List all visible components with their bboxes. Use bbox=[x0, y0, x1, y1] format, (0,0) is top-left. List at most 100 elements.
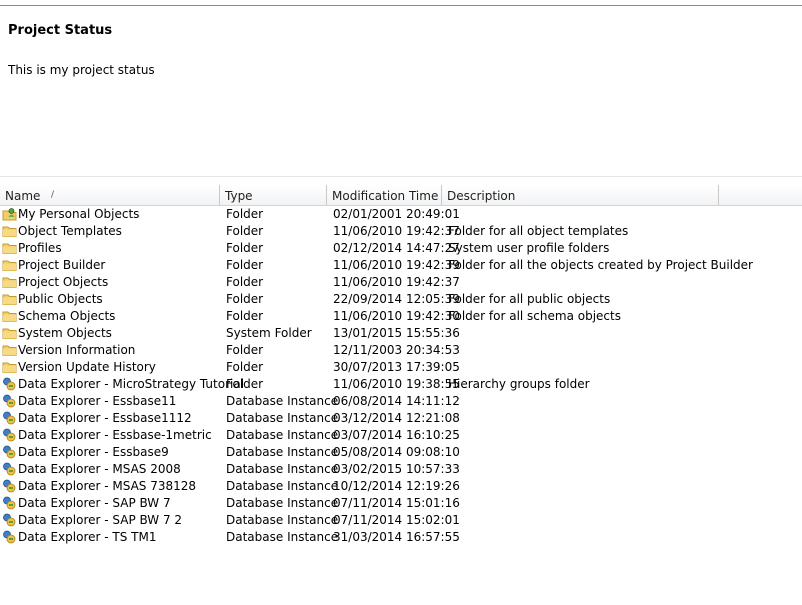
item-modification-time: 03/07/2014 16:10:25 bbox=[333, 428, 460, 442]
item-type: Folder bbox=[226, 360, 264, 374]
column-header-name[interactable]: Name / bbox=[0, 185, 220, 205]
item-type: Database Instance bbox=[226, 394, 339, 408]
list-item[interactable]: Schema Objects Folder 11/06/2010 19:42:30 F… bbox=[0, 308, 802, 325]
item-type: Folder bbox=[226, 275, 264, 289]
item-name: My Personal Objects bbox=[18, 207, 140, 221]
column-header-modification-time[interactable]: Modification Time bbox=[327, 185, 442, 205]
item-type: Database Instance bbox=[226, 530, 339, 544]
item-name: Data Explorer - MicroStrategy Tutorial bbox=[18, 377, 245, 391]
item-description: Folder for all object templates bbox=[448, 224, 629, 238]
item-description: Folder for all schema objects bbox=[448, 309, 621, 323]
item-type: Database Instance bbox=[226, 462, 339, 476]
database-instance-icon bbox=[2, 377, 17, 391]
item-name: Data Explorer - TS TM1 bbox=[18, 530, 157, 544]
database-instance-icon bbox=[2, 530, 17, 544]
item-type: Database Instance bbox=[226, 428, 339, 442]
item-type: Folder bbox=[226, 224, 264, 238]
personal-folder-icon bbox=[2, 207, 17, 221]
folder-icon bbox=[2, 241, 17, 255]
item-type: Database Instance bbox=[226, 496, 339, 510]
database-instance-icon bbox=[2, 428, 17, 442]
list-item[interactable]: Data Explorer - Essbase1112 Database Inst… bbox=[0, 410, 802, 427]
item-modification-time: 11/06/2010 19:38:55 bbox=[333, 377, 460, 391]
database-instance-icon bbox=[2, 462, 17, 476]
item-type: Folder bbox=[226, 377, 264, 391]
item-type: Database Instance bbox=[226, 445, 339, 459]
item-description: Folder for all the objects created by Pr… bbox=[448, 258, 753, 272]
item-name: Data Explorer - MSAS 738128 bbox=[18, 479, 197, 493]
item-type: Folder bbox=[226, 258, 264, 272]
folder-icon bbox=[2, 224, 17, 238]
item-type: Folder bbox=[226, 207, 264, 221]
item-modification-time: 10/12/2014 12:19:26 bbox=[333, 479, 460, 493]
item-modification-time: 11/06/2010 19:42:39 bbox=[333, 258, 460, 272]
item-name: Profiles bbox=[18, 241, 62, 255]
folder-icon bbox=[2, 258, 17, 272]
database-instance-icon bbox=[2, 479, 17, 493]
item-modification-time: 07/11/2014 15:01:16 bbox=[333, 496, 460, 510]
list-item[interactable]: System Objects System Folder 13/01/2015 15… bbox=[0, 325, 802, 342]
column-header-modified-label: Modification Time bbox=[332, 189, 439, 203]
item-name: Public Objects bbox=[18, 292, 103, 306]
column-header-filler bbox=[719, 185, 802, 205]
status-text: This is my project status bbox=[8, 63, 155, 77]
item-type: Folder bbox=[226, 241, 264, 255]
list-item[interactable]: Public Objects Folder 22/09/2014 12:05:39 F… bbox=[0, 291, 802, 308]
list-item[interactable]: Data Explorer - MSAS 2008 Database Instan… bbox=[0, 461, 802, 478]
list-item[interactable]: Version Update History Folder 30/07/2013 1… bbox=[0, 359, 802, 376]
panel-divider bbox=[0, 176, 802, 177]
item-modification-time: 05/08/2014 09:08:10 bbox=[333, 445, 460, 459]
item-type: Database Instance bbox=[226, 411, 339, 425]
item-name: Version Information bbox=[18, 343, 136, 357]
item-name: Data Explorer - Essbase9 bbox=[18, 445, 169, 459]
list-item[interactable]: Data Explorer - SAP BW 7 Database Instanc… bbox=[0, 495, 802, 512]
project-status-panel: Project Status This is my project status bbox=[0, 6, 802, 176]
column-header-name-label: Name bbox=[5, 189, 41, 203]
item-modification-time: 11/06/2010 19:42:37 bbox=[333, 275, 460, 289]
item-type: Folder bbox=[226, 292, 264, 306]
item-modification-time: 02/12/2014 14:47:27 bbox=[333, 241, 460, 255]
item-name: Object Templates bbox=[18, 224, 122, 238]
folder-icon bbox=[2, 343, 17, 357]
list-item[interactable]: Data Explorer - MicroStrategy Tutorial Fo… bbox=[0, 376, 802, 393]
list-item[interactable]: Version Information Folder 12/11/2003 20:3… bbox=[0, 342, 802, 359]
list-item[interactable]: Data Explorer - Essbase11 Database Instan… bbox=[0, 393, 802, 410]
list-item[interactable]: Data Explorer - Essbase-1metric Database … bbox=[0, 427, 802, 444]
item-name: Data Explorer - SAP BW 7 2 bbox=[18, 513, 183, 527]
item-name: Data Explorer - MSAS 2008 bbox=[18, 462, 181, 476]
item-name: Data Explorer - SAP BW 7 bbox=[18, 496, 171, 510]
item-modification-time: 11/06/2010 19:42:37 bbox=[333, 224, 460, 238]
item-name: Schema Objects bbox=[18, 309, 116, 323]
item-modification-time: 02/01/2001 20:49:01 bbox=[333, 207, 460, 221]
list-item[interactable]: Data Explorer - Essbase9 Database Instanc… bbox=[0, 444, 802, 461]
page-title: Project Status bbox=[8, 23, 113, 38]
item-name: Data Explorer - Essbase-1metric bbox=[18, 428, 212, 442]
item-modification-time: 11/06/2010 19:42:30 bbox=[333, 309, 460, 323]
list-item[interactable]: Object Templates Folder 11/06/2010 19:42:3… bbox=[0, 223, 802, 240]
item-type: Database Instance bbox=[226, 513, 339, 527]
column-header-description[interactable]: Description bbox=[442, 185, 719, 205]
item-modification-time: 13/01/2015 15:55:36 bbox=[333, 326, 460, 340]
item-description: Folder for all public objects bbox=[448, 292, 611, 306]
list-item[interactable]: Data Explorer - SAP BW 7 2 Database Insta… bbox=[0, 512, 802, 529]
list-item[interactable]: My Personal Objects Folder 02/01/2001 20:4… bbox=[0, 206, 802, 223]
item-modification-time: 03/02/2015 10:57:33 bbox=[333, 462, 460, 476]
list-header: Name / Type Modification Time Descriptio… bbox=[0, 185, 802, 206]
list-item[interactable]: Project Builder Folder 11/06/2010 19:42:39… bbox=[0, 257, 802, 274]
item-modification-time: 30/07/2013 17:39:05 bbox=[333, 360, 460, 374]
item-modification-time: 06/08/2014 14:11:12 bbox=[333, 394, 460, 408]
folder-icon bbox=[2, 275, 17, 289]
item-modification-time: 07/11/2014 15:02:01 bbox=[333, 513, 460, 527]
item-name: System Objects bbox=[18, 326, 112, 340]
list-item[interactable]: Data Explorer - MSAS 738128 Database Inst… bbox=[0, 478, 802, 495]
item-description: System user profile folders bbox=[448, 241, 610, 255]
list-item[interactable]: Profiles Folder 02/12/2014 14:47:27 System … bbox=[0, 240, 802, 257]
column-header-type-label: Type bbox=[225, 189, 253, 203]
column-header-type[interactable]: Type bbox=[220, 185, 327, 205]
list-item[interactable]: Project Objects Folder 11/06/2010 19:42:37 bbox=[0, 274, 802, 291]
column-header-description-label: Description bbox=[447, 189, 516, 203]
item-name: Project Objects bbox=[18, 275, 109, 289]
item-modification-time: 22/09/2014 12:05:39 bbox=[333, 292, 460, 306]
list-item[interactable]: Data Explorer - TS TM1 Database Instance 3… bbox=[0, 529, 802, 546]
folder-icon bbox=[2, 292, 17, 306]
